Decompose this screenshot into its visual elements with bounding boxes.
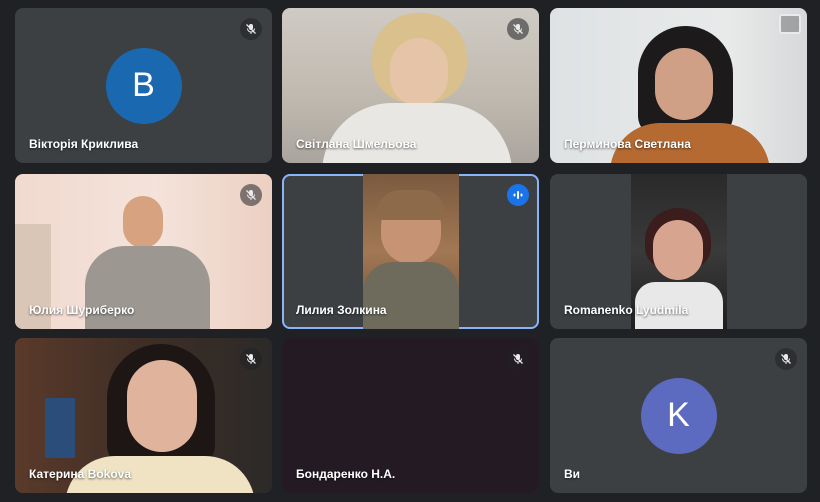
participant-name: Світлана Шмельова [296, 137, 417, 151]
participant-tile-5[interactable]: Лилия Золкина [282, 174, 539, 329]
avatar-letter: K [667, 396, 690, 434]
avatar: K [640, 377, 717, 454]
participant-tile-4[interactable]: Юлия Шуриберко [15, 174, 272, 329]
pip-icon[interactable] [779, 14, 801, 34]
mic-off-icon [775, 348, 797, 370]
participant-tile-3[interactable]: Перминова Светлана [550, 8, 807, 163]
participant-tile-9[interactable]: K Ви [550, 338, 807, 493]
participant-tile-2[interactable]: Світлана Шмельова [282, 8, 539, 163]
participant-name: Катерина Bokova [29, 467, 132, 481]
participant-name: Ви [564, 467, 581, 481]
mic-off-icon [240, 18, 262, 40]
mic-off-icon [240, 184, 262, 206]
mic-off-icon [240, 348, 262, 370]
speaking-indicator-icon [507, 184, 529, 206]
avatar: B [105, 47, 182, 124]
participant-name: Вікторія Криклива [29, 137, 139, 151]
participant-tile-1[interactable]: B Вікторія Криклива [15, 8, 272, 163]
participant-tile-6[interactable]: Romanenko Lyudmila [550, 174, 807, 329]
participant-name: Romanenko Lyudmila [564, 303, 689, 317]
mic-off-icon [507, 18, 529, 40]
participant-tile-7[interactable]: Катерина Bokova [15, 338, 272, 493]
participant-name: Перминова Светлана [564, 137, 691, 151]
avatar-letter: B [132, 66, 155, 104]
participant-name: Бондаренко Н.А. [296, 467, 396, 481]
mic-off-icon [507, 348, 529, 370]
participant-name: Юлия Шуриберко [29, 303, 135, 317]
participant-name: Лилия Золкина [296, 303, 387, 317]
participant-tile-8[interactable]: Бондаренко Н.А. [282, 338, 539, 493]
